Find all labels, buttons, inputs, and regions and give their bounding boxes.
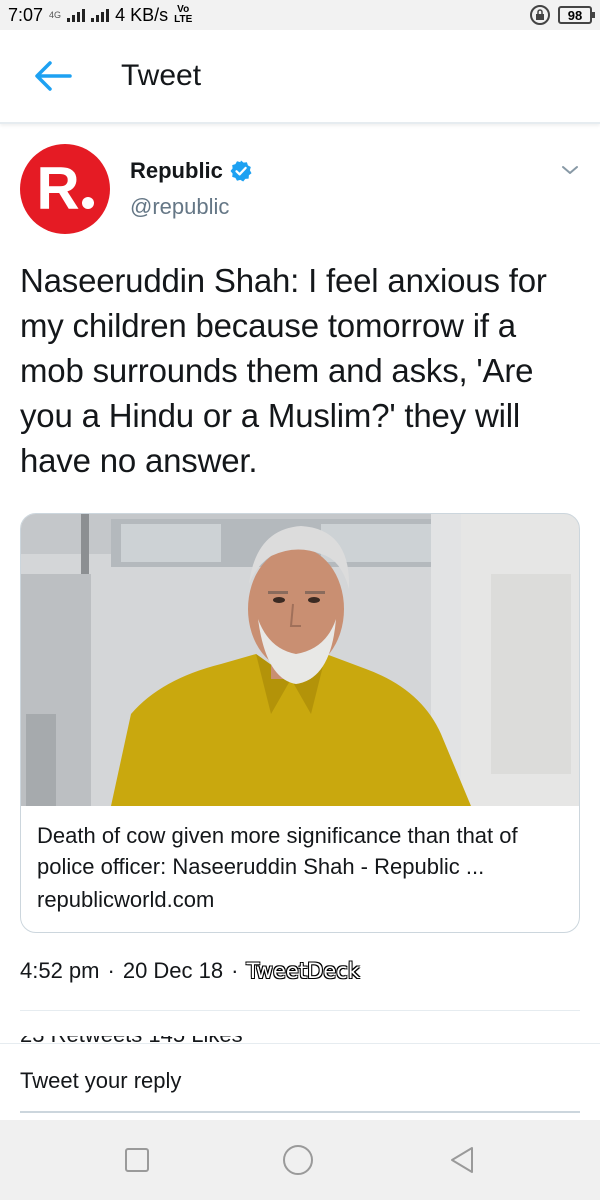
- signal-icon: [67, 8, 86, 22]
- card-info: Death of cow given more significance tha…: [37, 820, 567, 915]
- author-name: Republic: [130, 158, 223, 183]
- header-bar: Tweet: [0, 30, 600, 124]
- chevron-down-icon[interactable]: [558, 158, 582, 182]
- reply-underline: [20, 1111, 580, 1113]
- system-nav-bar: [0, 1120, 600, 1200]
- tweet-meta: 4:52 pm · 20 Dec 18 · TweetDeck: [20, 958, 360, 984]
- square-icon: [125, 1148, 149, 1172]
- battery-icon: 98: [558, 6, 595, 24]
- recents-button[interactable]: [121, 1144, 153, 1176]
- network-type: 4G: [49, 9, 62, 20]
- circle-icon: [283, 1145, 313, 1175]
- triangle-back-icon: [451, 1147, 473, 1173]
- volte-bottom: LTE: [174, 14, 193, 25]
- status-time: 7:07: [8, 4, 44, 25]
- avatar-dot: [81, 197, 94, 209]
- meta-separator: ·: [231, 958, 239, 983]
- back-button[interactable]: [25, 48, 81, 104]
- link-card[interactable]: Death of cow given more significance tha…: [20, 513, 580, 933]
- status-bar: 7:07 4G 4 KB/s Vo LTE 98: [0, 0, 600, 30]
- card-image: [21, 514, 579, 806]
- home-button[interactable]: [282, 1144, 314, 1176]
- card-title: Death of cow given more significance tha…: [37, 823, 518, 879]
- back-arrow-icon: [35, 61, 72, 91]
- lock-icon: [530, 5, 550, 25]
- tweet-date: 20 Dec 18: [122, 958, 224, 983]
- back-nav-button[interactable]: [446, 1144, 478, 1176]
- tweet-text: Naseeruddin Shah: I feel anxious for my …: [20, 262, 547, 479]
- verified-badge-icon: [230, 160, 252, 182]
- author-handle[interactable]: @republic: [130, 194, 229, 220]
- tweet-source[interactable]: TweetDeck: [246, 959, 359, 983]
- divider: [20, 1010, 580, 1011]
- author-name-row[interactable]: Republic: [130, 158, 253, 184]
- reply-bar: Tweet your reply: [0, 1043, 600, 1119]
- volte-icon: Vo LTE: [174, 5, 192, 25]
- tweet-time: 4:52 pm: [20, 958, 100, 983]
- signal-icon-2: [91, 8, 110, 22]
- avatar-logo: R: [36, 155, 94, 222]
- network-speed: 4 KB/s: [115, 4, 169, 25]
- avatar-letter: R: [36, 155, 80, 222]
- reply-input[interactable]: Tweet your reply: [20, 1068, 181, 1094]
- avatar[interactable]: R: [20, 144, 110, 234]
- page-title: Tweet: [121, 59, 202, 92]
- card-domain: republicworld.com: [37, 887, 215, 912]
- meta-separator: ·: [107, 958, 115, 983]
